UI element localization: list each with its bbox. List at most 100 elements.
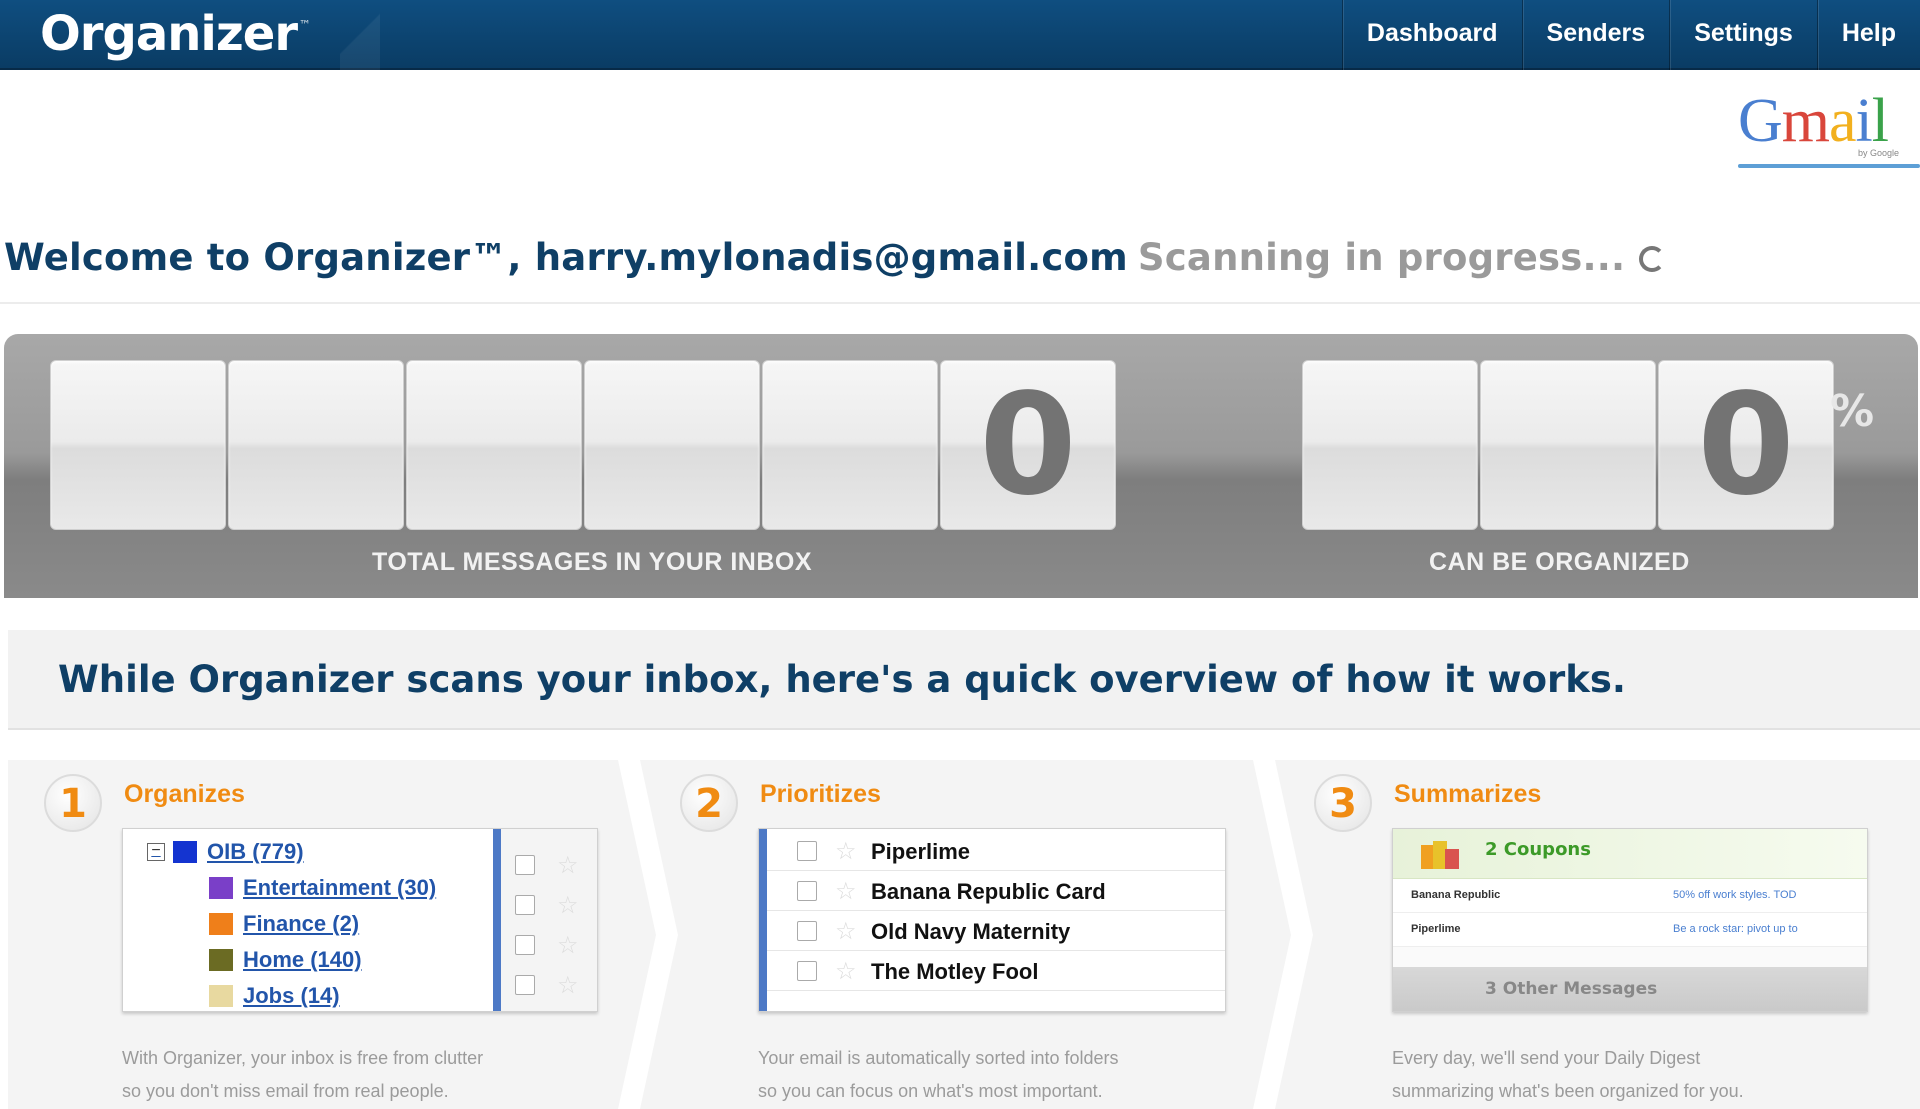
folder-item[interactable]: Entertainment (30) [209, 873, 436, 903]
digest-sender: Piperlime [1411, 923, 1461, 935]
welcome-heading: Welcome to Organizer™, harry.mylonadis@g… [4, 236, 1666, 279]
organized-label: CAN BE ORGANIZED [1429, 548, 1690, 576]
star-icon[interactable]: ☆ [557, 893, 579, 917]
organizer-logo[interactable]: Organizer ™ [40, 6, 311, 62]
gmail-logo-letter: l [1871, 87, 1889, 155]
welcome-text: Welcome to Organizer™, harry.mylonadis@g… [4, 236, 1128, 279]
digest-footer[interactable]: 3 Other Messages [1393, 967, 1867, 1011]
checkbox-icon[interactable] [515, 855, 535, 875]
step-summarizes: 3 Summarizes 2 Coupons Banana Republic 5… [1278, 760, 1878, 1109]
step-description: Your email is automatically sorted into … [758, 1042, 1228, 1108]
divider [0, 302, 1920, 304]
overview-banner: While Organizer scans your inbox, here's… [8, 630, 1920, 730]
top-navigation-bar: Organizer ™ Dashboard Senders Settings He… [0, 0, 1920, 70]
main-nav: Dashboard Senders Settings Help [1341, 0, 1920, 70]
digest-snippet[interactable]: 50% off work styles. TOD [1673, 889, 1797, 901]
step-number: 1 [44, 774, 102, 832]
percent-sign: % [1830, 386, 1875, 437]
folder-color-swatch [209, 949, 233, 971]
folders-preview: − OIB (779) Entertainment (30) Finance (… [122, 828, 598, 1012]
checkbox-icon[interactable] [797, 881, 817, 901]
star-icon[interactable]: ☆ [557, 933, 579, 957]
folder-label: Finance (2) [243, 911, 360, 936]
sender-name: Piperlime [871, 839, 971, 864]
folder-item[interactable]: Finance (2) [209, 909, 359, 939]
nav-dashboard[interactable]: Dashboard [1341, 0, 1522, 70]
nav-senders[interactable]: Senders [1521, 0, 1670, 70]
step-title: Prioritizes [760, 780, 881, 808]
star-icon[interactable]: ☆ [835, 959, 857, 983]
digest-header: 2 Coupons [1393, 829, 1867, 879]
nav-help[interactable]: Help [1816, 0, 1920, 70]
step-description: Every day, we'll send your Daily Digest … [1392, 1042, 1862, 1108]
collapse-icon[interactable]: − [147, 843, 165, 861]
star-icon[interactable]: ☆ [835, 879, 857, 903]
step-title: Summarizes [1394, 780, 1542, 808]
step-description-line: summarizing what's been organized for yo… [1392, 1081, 1744, 1101]
gmail-logo-sub: by Google [1858, 148, 1900, 158]
folder-item[interactable]: Jobs (14) [209, 981, 340, 1011]
step-title: Organizes [124, 780, 245, 808]
folder-color-swatch [209, 877, 233, 899]
sender-name: Old Navy Maternity [871, 919, 1071, 944]
counter-digit [1480, 360, 1656, 530]
coupon-icon [1421, 841, 1459, 869]
nav-settings[interactable]: Settings [1669, 0, 1817, 70]
gmail-logo-letter: i [1855, 87, 1873, 155]
gmail-logo-letter: m [1781, 87, 1830, 155]
digest-row[interactable]: Piperlime Be a rock star: pivot up to [1393, 913, 1867, 947]
checkbox-icon[interactable] [515, 895, 535, 915]
checkbox-icon[interactable] [797, 921, 817, 941]
checkbox-icon[interactable] [515, 975, 535, 995]
how-it-works: 1 Organizes − OIB (779) Entertainment (3… [8, 760, 1920, 1109]
star-icon[interactable]: ☆ [835, 839, 857, 863]
step-description-line: so you can focus on what's most importan… [758, 1081, 1103, 1101]
digest-header-text: 2 Coupons [1485, 839, 1591, 860]
star-icon[interactable]: ☆ [557, 853, 579, 877]
priority-list-preview: ☆ Piperlime ☆ Banana Republic Card ☆ Old… [758, 828, 1226, 1012]
message-row[interactable]: ☆ The Motley Fool [767, 951, 1225, 991]
counter-digit [406, 360, 582, 530]
folder-label: Entertainment (30) [243, 875, 437, 900]
gmail-logo-letter: a [1829, 87, 1857, 155]
message-row[interactable]: ☆ Old Navy Maternity [767, 911, 1225, 951]
gmail-logo-text: Gmail [1738, 90, 1920, 152]
digest-sender: Banana Republic [1411, 889, 1501, 901]
step-number: 2 [680, 774, 738, 832]
spinner-icon [1639, 246, 1666, 272]
step-description-line: With Organizer, your inbox is free from … [122, 1048, 484, 1068]
star-icon[interactable]: ☆ [835, 919, 857, 943]
star-icon[interactable]: ☆ [557, 973, 579, 997]
message-row[interactable]: ☆ Piperlime [767, 831, 1225, 871]
gmail-logo: Gmail by Google [1738, 90, 1920, 170]
folder-color-swatch [209, 913, 233, 935]
overview-text: While Organizer scans your inbox, here's… [58, 658, 1626, 701]
checkbox-icon[interactable] [797, 961, 817, 981]
message-row[interactable]: ☆ Banana Republic Card [767, 871, 1225, 911]
counter-digit: 0 [1658, 360, 1834, 530]
folder-label: OIB (779) [207, 839, 304, 864]
folder-color-swatch [173, 841, 197, 863]
step-organizes: 1 Organizes − OIB (779) Entertainment (3… [8, 760, 608, 1109]
folder-item[interactable]: Home (140) [209, 945, 362, 975]
counter-digit [1302, 360, 1478, 530]
folder-color-swatch [209, 985, 233, 1007]
step-description-line: Every day, we'll send your Daily Digest [1392, 1048, 1701, 1068]
logo-divider [340, 0, 380, 70]
step-description-line: so you don't miss email from real people… [122, 1081, 449, 1101]
total-messages-label: TOTAL MESSAGES IN YOUR INBOX [372, 548, 812, 576]
digest-row[interactable]: Banana Republic 50% off work styles. TOD [1393, 879, 1867, 913]
message-controls-column: ☆ ☆ ☆ ☆ [501, 829, 597, 1011]
folder-label: Home (140) [243, 947, 362, 972]
sender-name: The Motley Fool [871, 959, 1039, 984]
sender-name: Banana Republic Card [871, 879, 1106, 904]
folder-item[interactable]: − OIB (779) [147, 837, 304, 867]
logo-text: Organizer [40, 6, 298, 62]
checkbox-icon[interactable] [515, 935, 535, 955]
scan-status: Scanning in progress... [1137, 236, 1626, 279]
folder-list: − OIB (779) Entertainment (30) Finance (… [123, 829, 493, 1011]
checkbox-icon[interactable] [797, 841, 817, 861]
digest-snippet[interactable]: Be a rock star: pivot up to [1673, 923, 1798, 935]
step-description-line: Your email is automatically sorted into … [758, 1048, 1119, 1068]
scroll-divider [759, 829, 767, 1011]
